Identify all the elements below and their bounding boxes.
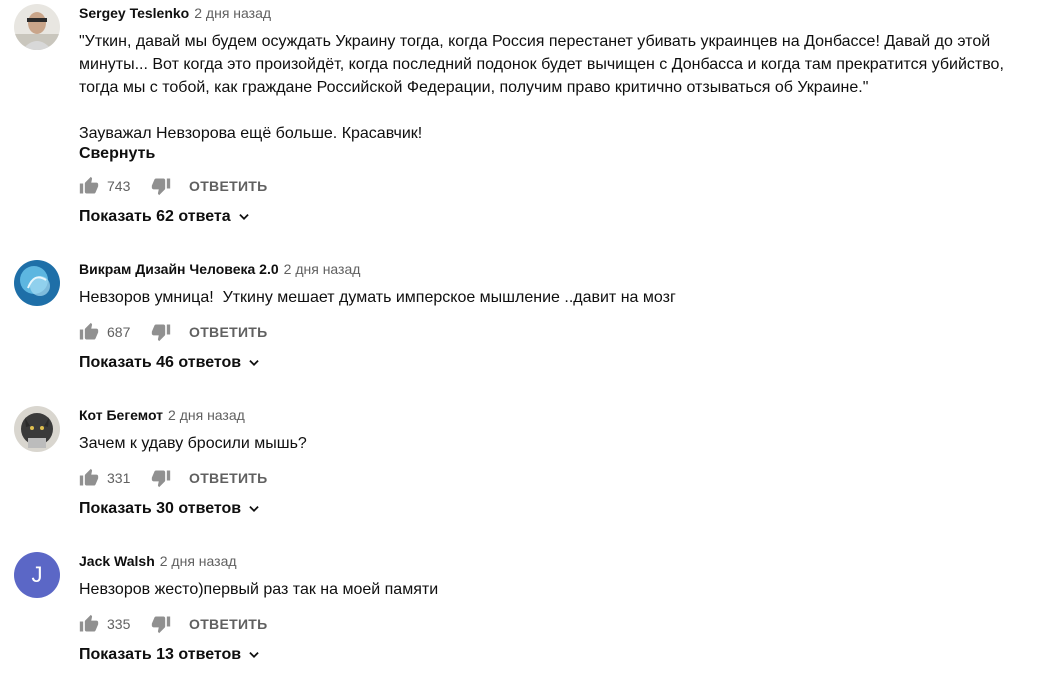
timestamp[interactable]: 2 дня назад bbox=[160, 553, 237, 569]
thumb-down-icon[interactable] bbox=[151, 176, 171, 196]
show-replies-button[interactable]: Показать 46 ответов bbox=[79, 354, 261, 372]
show-replies-label: Показать 13 ответов bbox=[79, 646, 242, 663]
user-photo-icon bbox=[14, 406, 60, 452]
author-name[interactable]: Jack Walsh bbox=[79, 553, 155, 569]
like-count: 687 bbox=[107, 324, 131, 340]
like-count: 331 bbox=[107, 470, 131, 486]
avatar[interactable]: J bbox=[14, 552, 60, 598]
avatar[interactable] bbox=[14, 260, 60, 306]
show-replies-label: Показать 46 ответов bbox=[79, 354, 242, 371]
comment-text: Невзоров умница! Уткину мешает думать им… bbox=[79, 289, 676, 306]
chevron-down-icon bbox=[249, 506, 259, 512]
comment-header: Jack Walsh 2 дня назад bbox=[79, 553, 237, 569]
show-replies-button[interactable]: Показать 30 ответов bbox=[79, 500, 261, 518]
chevron-down-icon bbox=[238, 214, 249, 220]
reply-button[interactable]: ОТВЕТИТЬ bbox=[189, 178, 268, 194]
author-name[interactable]: Кот Бегемот bbox=[79, 407, 163, 423]
avatar-letter: J bbox=[31, 562, 43, 587]
thumb-down-icon[interactable] bbox=[151, 468, 171, 488]
user-photo-icon bbox=[14, 260, 60, 306]
comment-header: Викрам Дизайн Человека 2.0 2 дня назад bbox=[79, 261, 360, 277]
author-name[interactable]: Викрам Дизайн Человека 2.0 bbox=[79, 261, 279, 277]
avatar[interactable] bbox=[14, 406, 60, 452]
thumb-down-icon[interactable] bbox=[151, 614, 171, 634]
reply-button[interactable]: ОТВЕТИТЬ bbox=[189, 616, 268, 632]
timestamp[interactable]: 2 дня назад bbox=[194, 5, 271, 21]
like-count: 743 bbox=[107, 178, 131, 194]
show-replies-button[interactable]: Показать 13 ответов bbox=[79, 646, 261, 664]
show-replies-label: Показать 30 ответов bbox=[79, 500, 242, 517]
thumb-down-icon[interactable] bbox=[151, 322, 171, 342]
thumb-up-icon[interactable] bbox=[79, 614, 99, 634]
thumb-up-icon[interactable] bbox=[79, 468, 99, 488]
comment-actions: 687 ОТВЕТИТЬ bbox=[79, 320, 268, 344]
show-replies-label: Показать 62 ответа bbox=[79, 208, 231, 225]
thumb-up-icon[interactable] bbox=[79, 322, 99, 342]
comment-header: Кот Бегемот 2 дня назад bbox=[79, 407, 245, 423]
like-count: 335 bbox=[107, 616, 131, 632]
comment-header: Sergey Teslenko 2 дня назад bbox=[79, 5, 271, 21]
timestamp[interactable]: 2 дня назад bbox=[168, 407, 245, 423]
comment-text: "Уткин, давай мы будем осуждать Украину … bbox=[79, 33, 1004, 142]
user-photo-icon bbox=[14, 4, 60, 50]
comment-actions: 335 ОТВЕТИТЬ bbox=[79, 612, 268, 636]
comment-text: Невзоров жесто)первый раз так на моей па… bbox=[79, 581, 439, 598]
reply-button[interactable]: ОТВЕТИТЬ bbox=[189, 324, 268, 340]
collapse-button[interactable]: Свернуть bbox=[79, 145, 155, 163]
thumb-up-icon[interactable] bbox=[79, 176, 99, 196]
comment-text: Зачем к удаву бросили мышь? bbox=[79, 435, 307, 452]
comment-actions: 743 ОТВЕТИТЬ bbox=[79, 174, 268, 198]
author-name[interactable]: Sergey Teslenko bbox=[79, 5, 189, 21]
reply-button[interactable]: ОТВЕТИТЬ bbox=[189, 470, 268, 486]
comment-actions: 331 ОТВЕТИТЬ bbox=[79, 466, 268, 490]
chevron-down-icon bbox=[249, 360, 259, 366]
show-replies-button[interactable]: Показать 62 ответа bbox=[79, 208, 251, 226]
timestamp[interactable]: 2 дня назад bbox=[284, 261, 361, 277]
avatar[interactable] bbox=[14, 4, 60, 50]
chevron-down-icon bbox=[249, 652, 259, 658]
